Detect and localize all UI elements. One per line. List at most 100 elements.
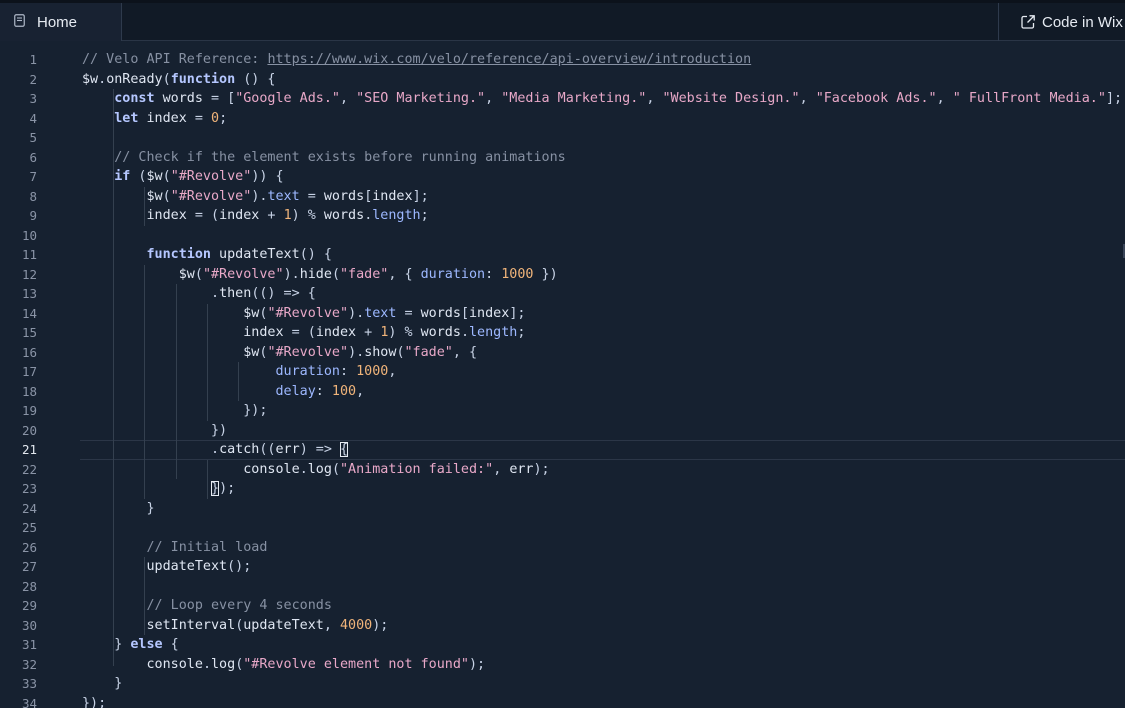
code-line[interactable]: 7 if ($w("#Revolve")) { <box>0 167 1125 187</box>
tab-home[interactable]: Home <box>0 3 122 41</box>
code-line[interactable]: 20 }) <box>0 421 1125 441</box>
code-line[interactable]: 10 <box>0 226 1125 246</box>
line-code: } <box>82 674 122 694</box>
code-line[interactable]: 16 $w("#Revolve").show("fade", { <box>0 343 1125 363</box>
code-line[interactable]: 24 } <box>0 499 1125 519</box>
code-token: ); <box>372 617 389 633</box>
code-line[interactable]: 25 <box>0 518 1125 538</box>
code-line[interactable]: 27 updateText(); <box>0 557 1125 577</box>
code-line[interactable]: 3 const words = ["Google Ads.", "SEO Mar… <box>0 89 1125 109</box>
line-code: $w("#Revolve").text = words[index]; <box>82 187 429 207</box>
code-line[interactable]: 12 $w("#Revolve").hide("fade", { duratio… <box>0 265 1125 285</box>
code-token: // Loop every 4 seconds <box>82 598 332 613</box>
code-line[interactable]: 22 console.log("Animation failed:", err)… <box>0 460 1125 480</box>
line-number: 9 <box>29 208 37 223</box>
line-code: }); <box>82 694 106 708</box>
line-code: function updateText() { <box>82 245 332 265</box>
code-line[interactable]: 9 index = (index + 1) % words.length; <box>0 206 1125 226</box>
line-code: duration: 1000, <box>82 362 396 382</box>
code-token: 0 <box>211 110 220 126</box>
code-token: ; <box>517 325 526 340</box>
code-token: $w <box>146 169 163 184</box>
code-line[interactable]: 28 <box>0 577 1125 597</box>
code-token: words <box>323 188 365 204</box>
code-token: ( <box>162 71 171 87</box>
line-number: 22 <box>21 461 37 477</box>
code-line[interactable]: 32 console.log("#Revolve element not fou… <box>0 655 1125 675</box>
line-code: console.log("#Revolve element not found"… <box>82 655 486 675</box>
code-token: index <box>372 188 413 204</box>
code-token: onReady <box>106 71 163 87</box>
code-token: err <box>509 461 534 477</box>
line-code: // Check if the element exists before ru… <box>82 148 565 168</box>
code-token: ( <box>331 266 340 282</box>
code-token: "fade" <box>340 266 389 282</box>
code-token: function <box>170 71 236 87</box>
code-token: ; <box>219 110 228 126</box>
code-token: } <box>82 637 131 652</box>
code-line[interactable]: 11 function updateText() { <box>0 245 1125 265</box>
code-line[interactable]: 23 }); <box>0 479 1125 499</box>
line-number: 17 <box>21 364 37 379</box>
code-line[interactable]: 33 } <box>0 674 1125 694</box>
code-line[interactable]: 17 duration: 1000, <box>0 362 1125 382</box>
code-editor-window: Home Code in Wix 1 // Velo API Reference:… <box>0 0 1125 708</box>
code-token: . <box>460 325 469 340</box>
code-in-wix-button[interactable]: Code in Wix <box>998 3 1125 41</box>
code-token: updateText <box>211 247 300 262</box>
code-line[interactable]: 26 // Initial load <box>0 538 1125 558</box>
line-code: $w("#Revolve").text = words[index]; <box>82 304 525 324</box>
line-code: .catch((err) => { <box>82 440 349 460</box>
line-number: 31 <box>21 637 37 652</box>
code-token: setInterval <box>146 617 236 633</box>
code-token: }); <box>82 695 107 708</box>
code-token: length <box>469 325 518 340</box>
code-line[interactable]: 14 $w("#Revolve").text = words[index]; <box>0 304 1125 324</box>
code-line[interactable]: 34}); <box>0 694 1125 708</box>
code-token: }); <box>82 403 268 418</box>
code-token: $w <box>243 344 260 360</box>
code-line[interactable]: 4 let index = 0; <box>0 109 1125 129</box>
line-code: console.log("Animation failed:", err); <box>82 460 549 480</box>
code-token: "SEO Marketing." <box>356 91 486 106</box>
code-editor[interactable]: 1 // Velo API Reference: https://www.wix.… <box>0 41 1125 708</box>
code-token: ( <box>130 169 147 184</box>
code-token: ( <box>194 266 203 282</box>
code-line[interactable]: 19 }); <box>0 401 1125 421</box>
code-token: index <box>469 305 510 321</box>
code-token: "#Revolve" <box>267 305 349 321</box>
code-token: () { <box>299 247 332 262</box>
code-token: show <box>364 344 397 360</box>
code-token: ). <box>283 266 300 282</box>
code-line[interactable]: 29 // Loop every 4 seconds <box>0 596 1125 616</box>
code-token: ); <box>468 656 486 672</box>
line-code: const words = ["Google Ads.", "SEO Marke… <box>82 89 1122 109</box>
code-line[interactable]: 31 } else { <box>0 635 1125 655</box>
line-number: 16 <box>21 344 37 360</box>
code-line[interactable]: 5 <box>0 128 1125 148</box>
code-line[interactable]: 18 delay: 100, <box>0 382 1125 402</box>
code-token: text <box>364 305 397 321</box>
code-token: hide <box>299 266 332 282</box>
code-line[interactable]: 2 $w.onReady(function () { <box>0 70 1125 90</box>
line-number: 10 <box>21 227 37 243</box>
code-line[interactable]: 21 .catch((err) => { <box>0 440 1125 460</box>
code-token: "Media Marketing." <box>501 91 647 106</box>
code-line[interactable]: 1 // Velo API Reference: https://www.wix.… <box>0 50 1125 70</box>
code-line[interactable]: 30 setInterval(updateText, 4000); <box>0 616 1125 636</box>
code-line[interactable]: 6 // Check if the element exists before … <box>0 148 1125 168</box>
code-line[interactable]: 13 .then(() => { <box>0 284 1125 304</box>
code-token: ). <box>348 344 365 360</box>
line-code: $w("#Revolve").hide("fade", { duration: … <box>82 265 558 285</box>
code-line[interactable]: 15 index = (index + 1) % words.length; <box>0 323 1125 343</box>
code-line[interactable]: 8 $w("#Revolve").text = words[index]; <box>0 187 1125 207</box>
line-code: $w.onReady(function () { <box>82 70 276 90</box>
code-token: , <box>323 617 340 633</box>
code-lines[interactable]: 1 // Velo API Reference: https://www.wix.… <box>0 50 1125 708</box>
code-token: words <box>420 305 461 321</box>
code-token: "#Revolve" <box>202 266 284 282</box>
code-token: : <box>485 266 502 282</box>
